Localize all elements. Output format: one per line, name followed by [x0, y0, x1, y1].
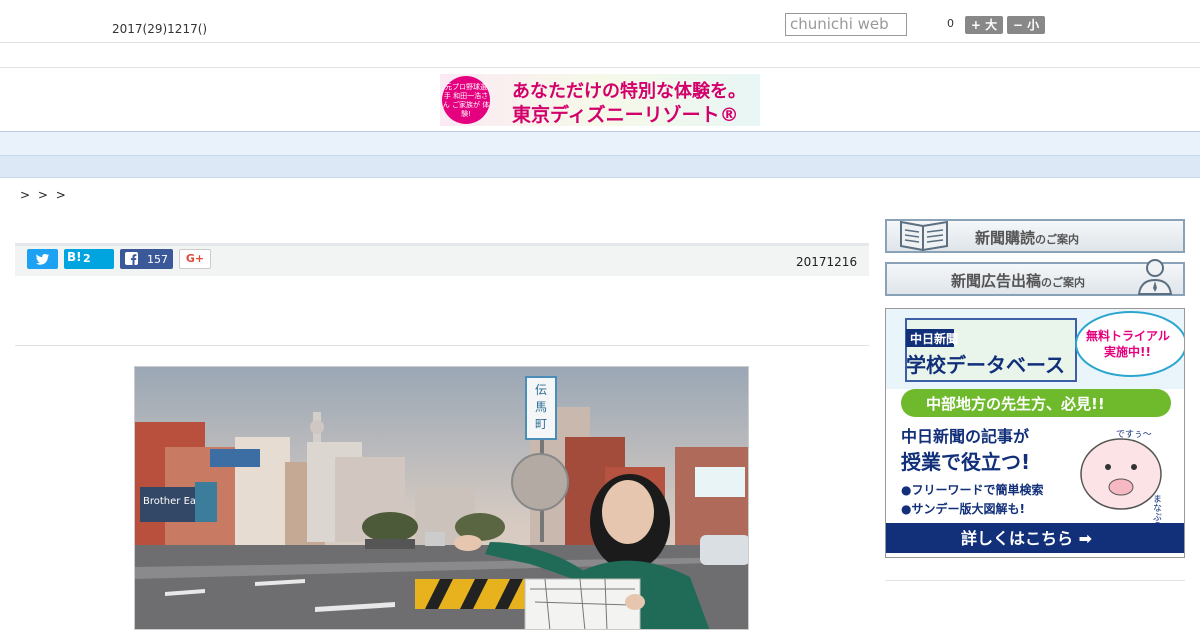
hatena-count: 2 — [83, 252, 91, 265]
ad-placement-label: 新聞広告出稿のご案内 — [951, 270, 1085, 291]
school-database-ad-art: 中日新聞 学校データベース 無料トライアル 実施中!! 中部地方の先生方、必見!… — [886, 309, 1184, 557]
newspaper-ad-placement-button[interactable]: 新聞広告出稿のご案内 — [885, 259, 1185, 296]
ad-bullet-2: ●サンデー版大図解も! — [901, 501, 1025, 516]
hatena-bookmark-button[interactable]: B! 2 — [64, 249, 114, 269]
facebook-share-button[interactable]: 157 — [120, 249, 173, 269]
street-scene-image: Brother Earth 伝 馬 町 — [135, 367, 748, 629]
font-size-up-button[interactable]: + 大 — [965, 16, 1003, 34]
subscription-label: 新聞購読のご案内 — [975, 227, 1079, 248]
facebook-icon — [125, 252, 138, 265]
ad-cta: 詳しくはこちら ➡ — [961, 529, 1092, 548]
svg-text:無料トライアル: 無料トライアル — [1086, 328, 1170, 343]
ad-subtitle: 中部地方の先生方、必見!! — [926, 395, 1105, 413]
search-input[interactable]: chunichi web — [785, 13, 907, 36]
google-plus-button[interactable]: G+ — [179, 249, 211, 269]
school-database-ad[interactable]: 中日新聞 学校データベース 無料トライアル 実施中!! 中部地方の先生方、必見!… — [885, 308, 1185, 558]
counter-value: 0 — [947, 17, 954, 30]
twitter-bird-icon — [36, 253, 49, 265]
businessman-icon — [1137, 259, 1173, 295]
article-divider — [15, 345, 869, 346]
svg-text:町: 町 — [535, 417, 547, 431]
banner-line-2: 東京ディズニーリゾート® — [512, 104, 739, 126]
breadcrumb: > > > — [20, 188, 68, 202]
ad-brand: 中日新聞 — [910, 331, 958, 346]
svg-text:馬: 馬 — [535, 400, 547, 414]
ad-bullet-1: ●フリーワードで簡単検索 — [901, 482, 1043, 497]
top-bar: 2017(29)1217() chunichi web 0 + 大 − 小 — [0, 0, 1200, 43]
hatena-icon: B! — [67, 250, 82, 264]
current-date: 2017(29)1217() — [112, 22, 208, 36]
facebook-count: 157 — [147, 253, 168, 266]
article-date: 20171216 — [796, 255, 858, 269]
ad-title: 学校データベース — [906, 353, 1065, 377]
twitter-share-button[interactable] — [27, 249, 58, 269]
font-size-down-button[interactable]: − 小 — [1007, 16, 1045, 34]
ad-placement-label-sub: のご案内 — [1041, 276, 1086, 289]
ad-headline-2: 授業で役立つ! — [901, 450, 1030, 474]
open-book-icon — [900, 220, 948, 252]
ad-headline-1: 中日新聞の記事が — [901, 427, 1029, 446]
sidebar-divider — [885, 580, 1185, 581]
subscription-label-sub: のご案内 — [1035, 233, 1080, 246]
sub-bar — [0, 43, 1200, 68]
article-photo[interactable]: Brother Earth 伝 馬 町 — [134, 366, 749, 630]
mascot-speech: ですぅ〜 — [1116, 429, 1152, 440]
banner-badge: 元プロ野球選手 和田一浩さん ご家族が 体験! — [442, 76, 490, 124]
svg-text:伝: 伝 — [535, 383, 547, 397]
disney-banner-ad[interactable]: 元プロ野球選手 和田一浩さん ご家族が 体験! あなただけの特別な体験を。 東京… — [440, 74, 760, 126]
sub-nav — [0, 156, 1200, 178]
main-nav — [0, 131, 1200, 156]
svg-text:実施中!!: 実施中!! — [1104, 344, 1151, 359]
subscription-label-main: 新聞購読 — [975, 229, 1036, 247]
ad-placement-label-main: 新聞広告出稿 — [951, 272, 1042, 290]
share-bar: B! 2 157 G+ 20171216 — [15, 246, 869, 276]
newspaper-subscription-button[interactable]: 新聞購読のご案内 — [885, 219, 1185, 253]
